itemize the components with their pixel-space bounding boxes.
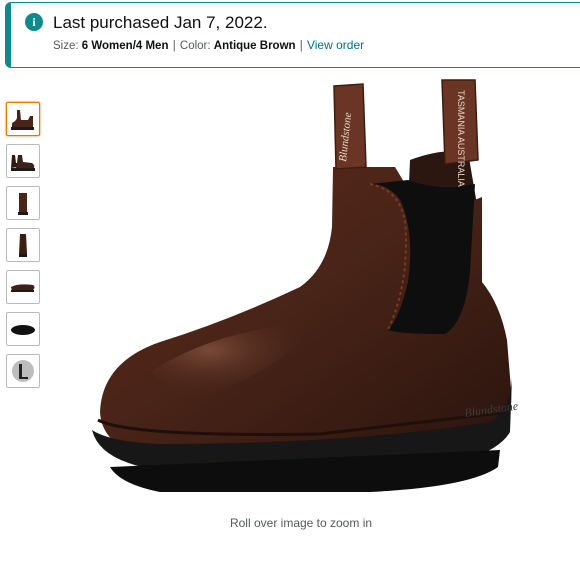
main-product-image[interactable]: TASMANIA AUSTRALIA Blundstone Blundstone xyxy=(70,72,540,507)
boot-front-thumb-image xyxy=(18,193,28,215)
last-purchased-banner xyxy=(5,2,580,68)
purchase-details: Size: 6 Women/4 Men | Color: Antique Bro… xyxy=(53,38,364,52)
separator: | xyxy=(299,40,303,52)
boot-sole-side-thumb-image xyxy=(11,284,35,292)
boot-back-thumb-image xyxy=(19,234,27,257)
brand-logo-thumb[interactable] xyxy=(6,354,40,388)
info-icon: i xyxy=(25,13,43,31)
last-purchased-text: Last purchased Jan 7, 2022. xyxy=(53,13,268,32)
view-order-link[interactable]: View order xyxy=(307,38,364,52)
rear-pull-tab-text: TASMANIA AUSTRALIA xyxy=(456,90,466,187)
boot-sole-bottom-thumb[interactable] xyxy=(6,312,40,346)
separator: | xyxy=(172,40,176,52)
size-label: Size: xyxy=(53,40,79,52)
boot-thumb-image xyxy=(11,110,34,130)
boot-side-view-thumb[interactable] xyxy=(6,102,40,136)
color-label: Color: xyxy=(179,40,211,52)
boot-back-thumb[interactable] xyxy=(6,228,40,262)
boot-sole-bottom-thumb-image xyxy=(11,325,35,335)
boot-pair-thumb[interactable] xyxy=(6,144,40,178)
boot-sole-side-thumb[interactable] xyxy=(6,270,40,304)
brand-logo-thumb-image xyxy=(12,360,34,382)
zoom-hint-text: Roll over image to zoom in xyxy=(229,516,373,530)
color-value: Antique Brown xyxy=(213,40,296,52)
boot-pair-thumb-image xyxy=(11,155,35,171)
boot-front-thumb[interactable] xyxy=(6,186,40,220)
size-value: 6 Women/4 Men xyxy=(81,40,169,52)
thumbnail-strip xyxy=(6,102,42,396)
